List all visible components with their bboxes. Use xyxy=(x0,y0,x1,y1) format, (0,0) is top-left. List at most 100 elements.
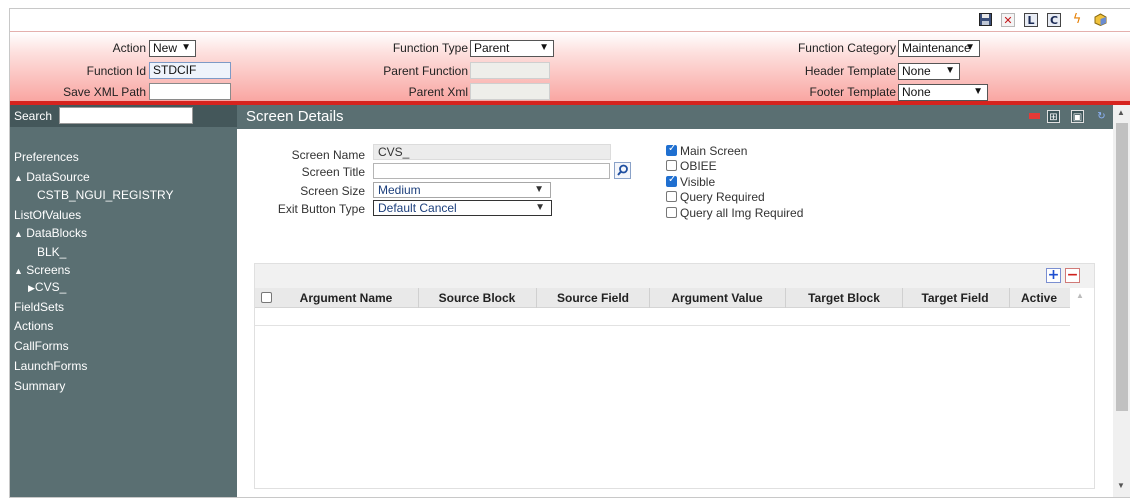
column-header-active[interactable]: Active xyxy=(1010,291,1068,305)
sidebar-item-fieldsets[interactable]: FieldSets xyxy=(14,300,64,314)
minimize-icon[interactable] xyxy=(1029,113,1040,119)
checkbox-checked[interactable] xyxy=(666,143,677,156)
cube-icon[interactable] xyxy=(1093,13,1107,27)
checkbox-label: Query all Img Required xyxy=(680,206,804,220)
main-screen-checkbox[interactable]: Main Screen xyxy=(666,143,747,158)
parent-function-field[interactable] xyxy=(470,62,550,79)
scrollbar-thumb[interactable] xyxy=(1116,123,1128,411)
close-icon[interactable]: ✕ xyxy=(1001,13,1015,27)
refresh-icon[interactable]: ↻ xyxy=(1095,110,1108,123)
header-template-label: Header Template xyxy=(804,64,896,78)
column-header-argument-value[interactable]: Argument Value xyxy=(650,291,784,305)
checkbox-checked[interactable] xyxy=(666,174,677,187)
column-header-target-block[interactable]: Target Block xyxy=(786,291,902,305)
function-type-select[interactable]: Parent ▼ xyxy=(470,40,554,57)
column-header-source-block[interactable]: Source Block xyxy=(419,291,535,305)
query-all-img-required-checkbox[interactable]: Query all Img Required xyxy=(666,206,803,220)
sidebar-item-launchforms[interactable]: LaunchForms xyxy=(14,359,87,373)
grid-scrollbar[interactable]: ▲ xyxy=(1070,288,1094,488)
sidebar-item-summary[interactable]: Summary xyxy=(14,379,65,393)
search-input[interactable] xyxy=(59,107,193,124)
l-icon[interactable]: L xyxy=(1024,13,1038,27)
scroll-up-icon[interactable]: ▲ xyxy=(1076,291,1084,300)
sidebar-item-cstb-ngui-registry[interactable]: CSTB_NGUI_REGISTRY xyxy=(37,188,173,202)
remove-row-button[interactable]: − xyxy=(1065,268,1080,283)
checkbox-unchecked[interactable] xyxy=(666,191,677,202)
column-header-target-field[interactable]: Target Field xyxy=(903,291,1007,305)
screen-name-field[interactable]: CVS_ xyxy=(373,144,611,160)
chevron-down-icon: ▼ xyxy=(181,42,191,53)
chevron-down-icon: ▼ xyxy=(973,86,983,97)
sidebar-item-screens[interactable]: ▲ Screens xyxy=(14,263,70,277)
screen-title-field[interactable] xyxy=(373,163,610,179)
table-row xyxy=(255,308,1070,326)
screen-details-header: Screen Details ⊞ ▣ ↻ xyxy=(237,105,1113,129)
function-id-label: Function Id xyxy=(86,64,146,78)
save-xml-path-field[interactable] xyxy=(149,83,231,100)
function-type-value: Parent xyxy=(474,41,510,55)
checkbox-label: Visible xyxy=(680,175,716,189)
preview-icon[interactable]: ▣ xyxy=(1071,110,1084,123)
sidebar-item-actions[interactable]: Actions xyxy=(14,319,53,333)
footer-template-select[interactable]: None ▼ xyxy=(898,84,988,101)
action-select[interactable]: New ▼ xyxy=(149,40,196,57)
lightning-icon[interactable]: ϟ xyxy=(1070,13,1084,27)
add-row-button[interactable]: + xyxy=(1046,268,1061,283)
search-label: Search xyxy=(14,109,53,123)
lookup-button[interactable] xyxy=(614,162,631,179)
sidebar-item-listofvalues[interactable]: ListOfValues xyxy=(14,208,81,222)
arguments-grid: + − Argument Name Source Block Source Fi… xyxy=(254,263,1095,489)
parent-xml-field[interactable] xyxy=(470,83,550,100)
function-category-select[interactable]: Maintenance ▼ xyxy=(898,40,980,57)
visible-checkbox[interactable]: Visible xyxy=(666,174,716,189)
function-category-label: Function Category xyxy=(797,41,896,55)
checkbox-unchecked[interactable] xyxy=(666,160,677,171)
search-icon xyxy=(617,164,628,176)
function-type-label: Function Type xyxy=(392,41,468,55)
function-id-field[interactable]: STDCIF xyxy=(149,62,231,79)
zoom-icon[interactable]: ⊞ xyxy=(1047,110,1060,123)
screen-name-label: Screen Name xyxy=(291,148,365,162)
page-title: Screen Details xyxy=(246,108,344,125)
checkbox-label: Query Required xyxy=(680,190,765,204)
scroll-up-icon[interactable]: ▲ xyxy=(1117,108,1125,117)
caret-right-icon: ▶ xyxy=(28,283,35,293)
screen-title-label: Screen Title xyxy=(301,165,365,179)
save-icon[interactable] xyxy=(978,13,992,27)
sidebar-item-callforms[interactable]: CallForms xyxy=(14,339,69,353)
screen-size-select[interactable]: Medium ▼ xyxy=(373,182,551,198)
header-template-value: None xyxy=(902,64,931,78)
screen-size-label: Screen Size xyxy=(300,184,365,198)
sidebar-item-preferences[interactable]: Preferences xyxy=(14,150,79,164)
sidebar-search: Search xyxy=(10,105,237,127)
checkbox-unchecked[interactable] xyxy=(666,207,677,218)
chevron-down-icon: ▼ xyxy=(534,184,544,195)
screen-size-value: Medium xyxy=(378,183,421,197)
checkbox-label: OBIEE xyxy=(680,159,717,173)
footer-template-value: None xyxy=(902,85,931,99)
query-required-checkbox[interactable]: Query Required xyxy=(666,190,765,204)
caret-up-icon: ▲ xyxy=(14,266,23,276)
sidebar-item-label: DataSource xyxy=(26,170,90,184)
exit-button-type-select[interactable]: Default Cancel ▼ xyxy=(373,200,552,216)
sidebar: Search Preferences ▲ DataSource CSTB_NGU… xyxy=(10,105,237,497)
header-template-select[interactable]: None ▼ xyxy=(898,63,960,80)
main-scrollbar[interactable]: ▲ ▼ xyxy=(1113,105,1130,497)
sidebar-item-datasource[interactable]: ▲ DataSource xyxy=(14,170,90,184)
c-icon[interactable]: C xyxy=(1047,13,1061,27)
sidebar-item-cvs[interactable]: ▶CVS_ xyxy=(28,280,66,294)
grid-toolbar: + − xyxy=(255,264,1094,288)
sidebar-item-label: DataBlocks xyxy=(26,226,87,240)
grid-header-row: Argument Name Source Block Source Field … xyxy=(255,288,1070,308)
chevron-down-icon: ▼ xyxy=(945,65,955,76)
scroll-down-icon[interactable]: ▼ xyxy=(1117,481,1125,490)
sidebar-item-label: CVS_ xyxy=(34,280,67,294)
action-label: Action xyxy=(112,41,146,55)
sidebar-item-datablocks[interactable]: ▲ DataBlocks xyxy=(14,226,87,240)
column-header-argument-name[interactable]: Argument Name xyxy=(291,291,401,305)
obiee-checkbox[interactable]: OBIEE xyxy=(666,159,717,173)
exit-button-type-label: Exit Button Type xyxy=(277,202,365,216)
sidebar-item-blk[interactable]: BLK_ xyxy=(37,245,66,259)
select-all-checkbox[interactable] xyxy=(261,292,272,303)
column-header-source-field[interactable]: Source Field xyxy=(537,291,649,305)
